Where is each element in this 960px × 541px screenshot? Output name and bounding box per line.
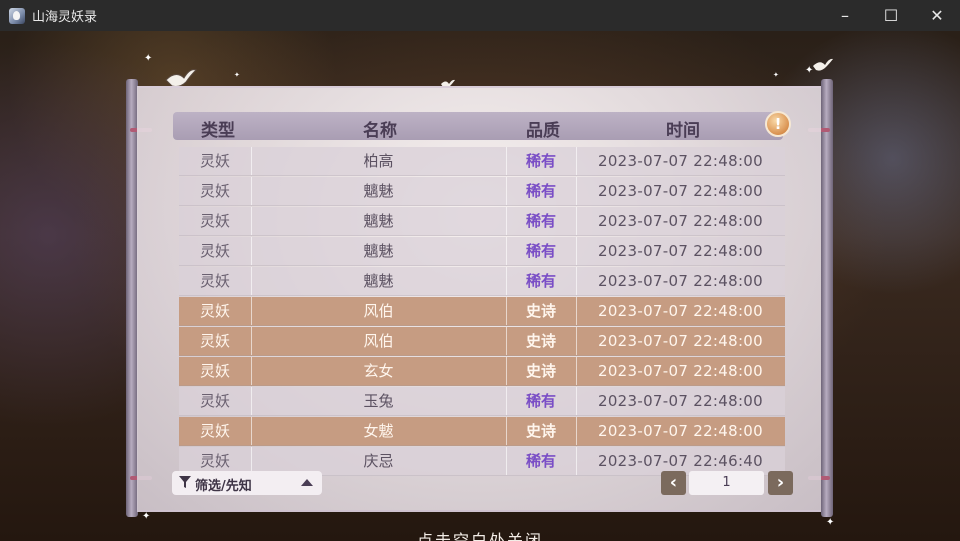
bird-icon bbox=[813, 58, 833, 71]
cell-quality: 稀有 bbox=[506, 177, 577, 205]
close-hint: 点击空白处关闭 bbox=[416, 531, 543, 541]
cell-name: 玄女 bbox=[251, 357, 507, 385]
table-row: 灵妖 柏高 稀有 2023-07-07 22:48:00 bbox=[179, 147, 785, 176]
sparkle-icon: ✦ bbox=[142, 511, 151, 522]
cell-type: 灵妖 bbox=[179, 147, 252, 175]
table-row: 灵妖 魑魅 稀有 2023-07-07 22:48:00 bbox=[179, 177, 785, 206]
cell-type: 灵妖 bbox=[179, 387, 252, 415]
window-titlebar: 山海灵妖录 – ☐ ✕ bbox=[0, 0, 960, 32]
cell-type: 灵妖 bbox=[179, 327, 252, 355]
cell-type: 灵妖 bbox=[179, 417, 252, 445]
cell-name: 魑魅 bbox=[251, 207, 507, 235]
cell-name: 魑魅 bbox=[251, 177, 507, 205]
table-header: 类型 名称 品质 时间 bbox=[173, 112, 783, 141]
cell-time: 2023-07-07 22:48:00 bbox=[597, 392, 763, 410]
cell-time: 2023-07-07 22:48:00 bbox=[597, 422, 763, 440]
cell-type: 灵妖 bbox=[179, 207, 252, 235]
cell-type: 灵妖 bbox=[179, 357, 252, 385]
app-icon bbox=[9, 7, 25, 24]
cell-name: 魑魅 bbox=[251, 267, 507, 295]
table-row: 灵妖 魑魅 稀有 2023-07-07 22:48:00 bbox=[179, 267, 785, 296]
table-row: 灵妖 魑魅 稀有 2023-07-07 22:48:00 bbox=[179, 237, 785, 266]
prev-page-button[interactable]: ‹ bbox=[661, 471, 686, 495]
cell-name: 风伯 bbox=[251, 297, 507, 325]
cell-quality: 稀有 bbox=[506, 237, 577, 265]
sparkle-icon: ✦ bbox=[773, 71, 779, 79]
cell-quality: 稀有 bbox=[506, 447, 577, 475]
sparkle-icon: ✦ bbox=[144, 53, 153, 64]
table-row: 灵妖 玄女 史诗 2023-07-07 22:48:00 bbox=[179, 357, 785, 386]
header-name: 名称 bbox=[363, 121, 397, 141]
cell-time: 2023-07-07 22:48:00 bbox=[597, 242, 763, 260]
cell-type: 灵妖 bbox=[179, 177, 252, 205]
record-table: 灵妖 柏高 稀有 2023-07-07 22:48:00 灵妖 魑魅 稀有 2023-07-0… bbox=[179, 147, 785, 477]
table-row: 灵妖 魑魅 稀有 2023-07-07 22:48:00 bbox=[179, 207, 785, 236]
filter-funnel-icon bbox=[179, 476, 191, 488]
cell-time: 2023-07-07 22:48:00 bbox=[597, 332, 763, 350]
window-title: 山海灵妖录 bbox=[32, 10, 98, 25]
cell-quality: 史诗 bbox=[506, 327, 577, 355]
info-icon[interactable]: ! bbox=[765, 111, 791, 137]
table-row: 灵妖 风伯 史诗 2023-07-07 22:48:00 bbox=[179, 297, 785, 326]
minimize-button[interactable]: – bbox=[822, 0, 868, 31]
cell-time: 2023-07-07 22:48:00 bbox=[597, 362, 763, 380]
cell-name: 风伯 bbox=[251, 327, 507, 355]
cell-time: 2023-07-07 22:48:00 bbox=[597, 212, 763, 230]
header-type: 类型 bbox=[201, 121, 235, 141]
cell-name: 玉兔 bbox=[251, 387, 507, 415]
scroll-rod-right bbox=[821, 79, 833, 517]
cell-name: 魑魅 bbox=[251, 237, 507, 265]
maximize-button[interactable]: ☐ bbox=[868, 0, 914, 31]
window-controls: – ☐ ✕ bbox=[822, 0, 960, 31]
close-button[interactable]: ✕ bbox=[914, 0, 960, 31]
cell-name: 柏高 bbox=[251, 147, 507, 175]
filter-label: 筛选/先知 bbox=[195, 479, 252, 494]
cell-type: 灵妖 bbox=[179, 237, 252, 265]
caret-up-icon bbox=[301, 479, 313, 486]
filter-dropdown[interactable]: 筛选/先知 bbox=[172, 471, 322, 495]
header-time: 时间 bbox=[666, 121, 700, 141]
table-row: 灵妖 风伯 史诗 2023-07-07 22:48:00 bbox=[179, 327, 785, 356]
cell-time: 2023-07-07 22:48:00 bbox=[597, 302, 763, 320]
cell-quality: 史诗 bbox=[506, 417, 577, 445]
cell-quality: 史诗 bbox=[506, 357, 577, 385]
page-number: 1 bbox=[689, 471, 764, 495]
next-page-button[interactable]: › bbox=[768, 471, 793, 495]
cell-quality: 稀有 bbox=[506, 267, 577, 295]
sparkle-icon: ✦ bbox=[234, 71, 240, 79]
cell-type: 灵妖 bbox=[179, 297, 252, 325]
cell-type: 灵妖 bbox=[179, 267, 252, 295]
cell-time: 2023-07-07 22:48:00 bbox=[597, 272, 763, 290]
cell-quality: 稀有 bbox=[506, 387, 577, 415]
cell-name: 女魃 bbox=[251, 417, 507, 445]
cell-time: 2023-07-07 22:48:00 bbox=[597, 152, 763, 170]
game-viewport[interactable]: ✦ ✦ ✦ ✦ ✦ ✦ 类型 名称 品质 时间 ! 灵妖 柏高 稀有 2023-07-… bbox=[0, 31, 960, 541]
table-row: 灵妖 玉兔 稀有 2023-07-07 22:48:00 bbox=[179, 387, 785, 416]
cell-time: 2023-07-07 22:48:00 bbox=[597, 182, 763, 200]
header-quality: 品质 bbox=[526, 121, 560, 141]
cell-quality: 稀有 bbox=[506, 147, 577, 175]
cell-quality: 史诗 bbox=[506, 297, 577, 325]
table-row: 灵妖 女魃 史诗 2023-07-07 22:48:00 bbox=[179, 417, 785, 446]
cell-quality: 稀有 bbox=[506, 207, 577, 235]
